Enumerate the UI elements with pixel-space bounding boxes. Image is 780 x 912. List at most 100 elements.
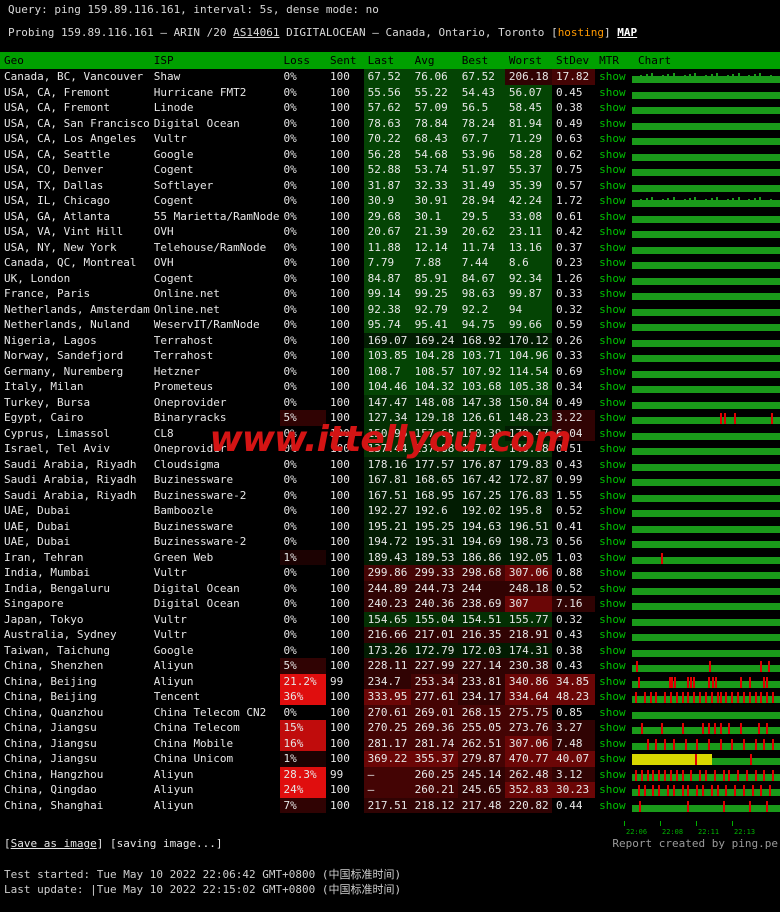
mtr-show-label[interactable]: show <box>599 163 626 176</box>
mtr-show-link[interactable]: show <box>595 209 632 225</box>
mtr-show-label[interactable]: show <box>599 721 626 734</box>
mtr-show-link[interactable]: show <box>595 131 632 147</box>
mtr-show-link[interactable]: show <box>595 224 632 240</box>
mtr-show-link[interactable]: show <box>595 472 632 488</box>
mtr-show-label[interactable]: show <box>599 132 626 145</box>
column-header-geo[interactable]: Geo <box>0 52 150 69</box>
mtr-show-label[interactable]: show <box>599 148 626 161</box>
mtr-show-label[interactable]: show <box>599 644 626 657</box>
mtr-show-label[interactable]: show <box>599 225 626 238</box>
mtr-show-link[interactable]: show <box>595 395 632 411</box>
mtr-show-link[interactable]: show <box>595 333 632 349</box>
mtr-show-link[interactable]: show <box>595 302 632 318</box>
mtr-show-link[interactable]: show <box>595 348 632 364</box>
mtr-show-label[interactable]: show <box>599 768 626 781</box>
mtr-show-label[interactable]: show <box>599 613 626 626</box>
mtr-show-label[interactable]: show <box>599 380 626 393</box>
column-header-last[interactable]: Last <box>363 52 411 69</box>
mtr-show-label[interactable]: show <box>599 783 626 796</box>
mtr-show-label[interactable]: show <box>599 752 626 765</box>
mtr-show-label[interactable]: show <box>599 535 626 548</box>
mtr-show-link[interactable]: show <box>595 565 632 581</box>
mtr-show-label[interactable]: show <box>599 349 626 362</box>
mtr-show-label[interactable]: show <box>599 303 626 316</box>
mtr-show-link[interactable]: show <box>595 410 632 426</box>
mtr-show-label[interactable]: show <box>599 210 626 223</box>
mtr-show-label[interactable]: show <box>599 411 626 424</box>
column-header-best[interactable]: Best <box>457 52 505 69</box>
map-link[interactable]: MAP <box>617 26 637 39</box>
save-as-image-link[interactable]: Save as image <box>11 837 97 850</box>
mtr-show-label[interactable]: show <box>599 287 626 300</box>
mtr-show-label[interactable]: show <box>599 194 626 207</box>
mtr-show-link[interactable]: show <box>595 612 632 628</box>
mtr-show-label[interactable]: show <box>599 241 626 254</box>
mtr-show-label[interactable]: show <box>599 86 626 99</box>
mtr-show-label[interactable]: show <box>599 117 626 130</box>
mtr-show-label[interactable]: show <box>599 489 626 502</box>
mtr-show-link[interactable]: show <box>595 534 632 550</box>
mtr-show-link[interactable]: show <box>595 689 632 705</box>
mtr-show-link[interactable]: show <box>595 596 632 612</box>
mtr-show-link[interactable]: show <box>595 705 632 721</box>
mtr-show-label[interactable]: show <box>599 659 626 672</box>
mtr-show-link[interactable]: show <box>595 736 632 752</box>
mtr-show-link[interactable]: show <box>595 116 632 132</box>
column-header-avg[interactable]: Avg <box>410 52 458 69</box>
mtr-show-link[interactable]: show <box>595 674 632 690</box>
mtr-show-link[interactable]: show <box>595 627 632 643</box>
mtr-show-link[interactable]: show <box>595 457 632 473</box>
mtr-show-link[interactable]: show <box>595 193 632 209</box>
mtr-show-link[interactable]: show <box>595 782 632 798</box>
mtr-show-label[interactable]: show <box>599 365 626 378</box>
mtr-show-label[interactable]: show <box>599 597 626 610</box>
mtr-show-link[interactable]: show <box>595 519 632 535</box>
mtr-show-link[interactable]: show <box>595 720 632 736</box>
mtr-show-label[interactable]: show <box>599 628 626 641</box>
mtr-show-link[interactable]: show <box>595 441 632 457</box>
mtr-show-link[interactable]: show <box>595 162 632 178</box>
mtr-show-link[interactable]: show <box>595 581 632 597</box>
column-header-loss[interactable]: Loss <box>279 52 326 69</box>
column-header-worst[interactable]: Worst <box>504 52 552 69</box>
column-header-stdev[interactable]: StDev <box>551 52 596 69</box>
as-number-link[interactable]: AS14061 <box>233 26 279 39</box>
mtr-show-label[interactable]: show <box>599 396 626 409</box>
mtr-show-link[interactable]: show <box>595 255 632 271</box>
mtr-show-label[interactable]: show <box>599 690 626 703</box>
mtr-show-label[interactable]: show <box>599 427 626 440</box>
mtr-show-label[interactable]: show <box>599 256 626 269</box>
mtr-show-label[interactable]: show <box>599 70 626 83</box>
mtr-show-link[interactable]: show <box>595 100 632 116</box>
mtr-show-label[interactable]: show <box>599 272 626 285</box>
mtr-show-link[interactable]: show <box>595 426 632 442</box>
mtr-show-label[interactable]: show <box>599 442 626 455</box>
mtr-show-label[interactable]: show <box>599 504 626 517</box>
mtr-show-label[interactable]: show <box>599 101 626 114</box>
mtr-show-link[interactable]: show <box>595 658 632 674</box>
column-header-sent[interactable]: Sent <box>325 52 364 69</box>
mtr-show-link[interactable]: show <box>595 550 632 566</box>
mtr-show-label[interactable]: show <box>599 473 626 486</box>
mtr-show-link[interactable]: show <box>595 147 632 163</box>
mtr-show-link[interactable]: show <box>595 364 632 380</box>
column-header-isp[interactable]: ISP <box>149 52 280 69</box>
mtr-show-label[interactable]: show <box>599 737 626 750</box>
mtr-show-link[interactable]: show <box>595 271 632 287</box>
mtr-show-label[interactable]: show <box>599 318 626 331</box>
mtr-show-link[interactable]: show <box>595 286 632 302</box>
mtr-show-link[interactable]: show <box>595 69 632 85</box>
mtr-show-link[interactable]: show <box>595 379 632 395</box>
mtr-show-label[interactable]: show <box>599 458 626 471</box>
mtr-show-label[interactable]: show <box>599 179 626 192</box>
mtr-show-label[interactable]: show <box>599 334 626 347</box>
mtr-show-label[interactable]: show <box>599 706 626 719</box>
mtr-show-link[interactable]: show <box>595 643 632 659</box>
mtr-show-link[interactable]: show <box>595 767 632 783</box>
mtr-show-label[interactable]: show <box>599 799 626 812</box>
mtr-show-label[interactable]: show <box>599 582 626 595</box>
mtr-show-label[interactable]: show <box>599 566 626 579</box>
mtr-show-label[interactable]: show <box>599 520 626 533</box>
mtr-show-label[interactable]: show <box>599 551 626 564</box>
mtr-show-label[interactable]: show <box>599 675 626 688</box>
